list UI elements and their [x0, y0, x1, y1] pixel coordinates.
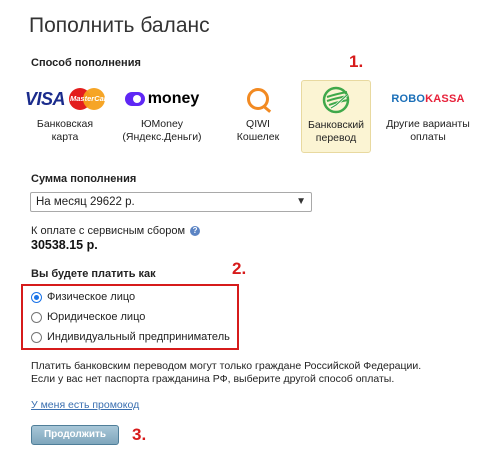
robokassa-logo-text-2: KASSA: [425, 93, 465, 105]
yoomoney-icon: [124, 92, 145, 106]
payer-option-label: Юридическое лицо: [47, 311, 146, 323]
radio-button[interactable]: [31, 291, 42, 303]
payment-method-qiwi[interactable]: QIWI Кошелек: [228, 80, 288, 153]
radio-button[interactable]: [31, 311, 42, 323]
payment-method-card[interactable]: VISA MasterCard Банковская карта: [25, 80, 111, 153]
payer-type-group: Физическое лицо Юридическое лицо Индивид…: [21, 284, 239, 350]
continue-button[interactable]: Продолжить: [31, 425, 119, 445]
sberbank-icon: [322, 86, 350, 114]
payer-type-label: Вы будете платить как: [31, 268, 156, 280]
payment-method-yoomoney[interactable]: money ЮMoney (Яндекс.Деньги): [122, 80, 202, 153]
qiwi-icon: [247, 88, 269, 110]
payment-method-label-card: Банковская карта: [36, 118, 94, 143]
annotation-marker-2: 2.: [232, 259, 247, 278]
payer-option-individual[interactable]: Физическое лицо: [31, 289, 135, 305]
payment-method-other[interactable]: ROBOKASSA Другие варианты оплаты: [382, 80, 474, 153]
note-line-1: Платить банковским переводом могут тольк…: [31, 360, 422, 372]
annotation-marker-3: 3.: [132, 425, 147, 444]
payer-option-label: Физическое лицо: [47, 291, 136, 303]
amount-select[interactable]: На месяц 29622 р. ▼: [30, 192, 312, 212]
payment-method-label-other: Другие варианты оплаты: [386, 118, 470, 143]
payer-option-legal-entity[interactable]: Юридическое лицо: [31, 309, 145, 325]
amount-label: Сумма пополнения: [31, 173, 137, 185]
promo-code-link[interactable]: У меня есть промокод: [31, 399, 139, 411]
mastercard-icon: MasterCard: [69, 88, 112, 110]
visa-logo-text: VISA: [25, 88, 66, 109]
bank-transfer-note: Платить банковским переводом могут тольк…: [31, 360, 471, 386]
fee-label: К оплате с сервисным сбором ?: [31, 225, 201, 237]
note-line-2: Если у вас нет паспорта гражданина РФ, в…: [31, 373, 395, 385]
payer-option-label: Индивидуальный предприниматель: [47, 331, 230, 343]
payment-method-bank-transfer[interactable]: Банковский перевод: [301, 80, 371, 153]
visa-mastercard-logo: VISA MasterCard: [25, 80, 111, 118]
top-up-balance-page: Пополнить баланс Способ пополнения 1. VI…: [0, 0, 495, 456]
payment-method-label-bank: Банковский перевод: [307, 119, 365, 144]
robokassa-logo: ROBOKASSA: [382, 80, 474, 118]
fee-amount: 30538.15 р.: [31, 238, 98, 252]
sberbank-logo: [302, 81, 370, 119]
mastercard-logo-text: MasterCard: [70, 94, 112, 103]
radio-button[interactable]: [31, 331, 42, 343]
help-icon[interactable]: ?: [190, 226, 201, 237]
page-title: Пополнить баланс: [29, 14, 210, 37]
chevron-down-icon: ▼: [296, 196, 306, 207]
payment-method-label: Способ пополнения: [31, 57, 141, 69]
yoomoney-logo-text: money: [147, 90, 200, 107]
fee-label-text: К оплате с сервисным сбором: [31, 225, 186, 237]
amount-select-value: На месяц 29622 р.: [36, 196, 135, 208]
payment-method-label-yoomoney: ЮMoney (Яндекс.Деньги): [122, 118, 202, 143]
payment-methods: VISA MasterCard Банковская карта money Ю…: [25, 80, 490, 160]
qiwi-logo: [228, 80, 288, 118]
robokassa-logo-text-1: ROBO: [391, 93, 426, 105]
yoomoney-logo: money: [122, 80, 202, 118]
payment-method-label-qiwi: QIWI Кошелек: [236, 118, 280, 143]
annotation-marker-1: 1.: [349, 52, 364, 71]
payer-option-entrepreneur[interactable]: Индивидуальный предприниматель: [31, 329, 230, 345]
